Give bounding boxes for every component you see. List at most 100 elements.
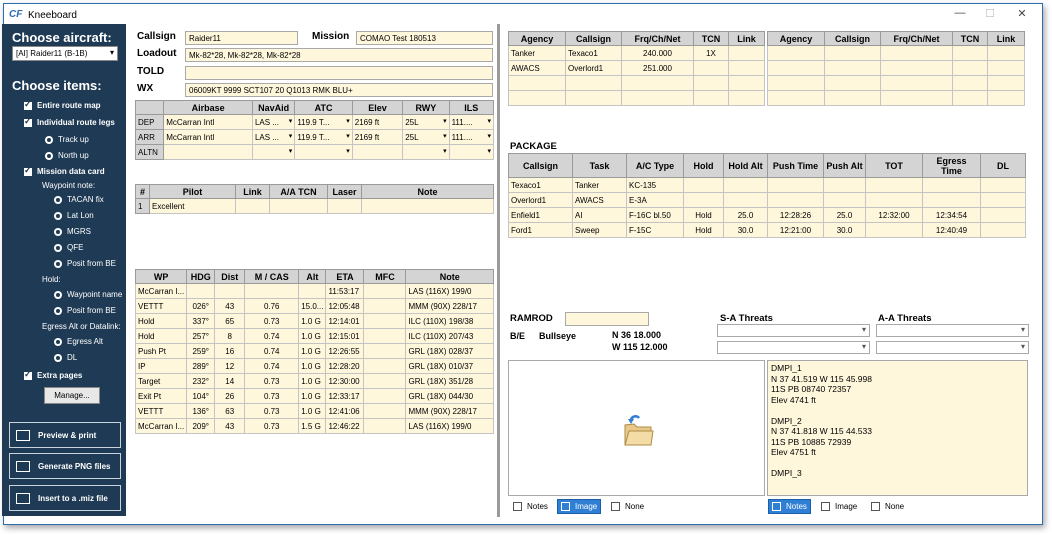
table-cell[interactable]: Tanker: [572, 177, 627, 193]
rwy-dropdown[interactable]: 25L: [402, 114, 450, 130]
table-cell[interactable]: [767, 60, 825, 76]
table-cell[interactable]: 0.73: [244, 388, 300, 404]
radio-egress-alt[interactable]: Egress Alt: [54, 337, 103, 346]
checkbox-route-legs[interactable]: Individual route legs: [24, 116, 115, 127]
table-cell[interactable]: Sweep: [572, 222, 627, 238]
table-cell[interactable]: [728, 60, 765, 76]
navaid-dropdown[interactable]: LAS ...: [251, 129, 296, 145]
table-cell[interactable]: GRL (18X) 010/37: [405, 358, 494, 374]
navaid-dropdown[interactable]: LAS ...: [251, 114, 296, 130]
table-cell[interactable]: 136°: [186, 403, 216, 419]
table-cell[interactable]: 12:34:54: [922, 207, 981, 223]
table-cell[interactable]: 65: [214, 313, 246, 329]
table-cell[interactable]: 43: [214, 418, 246, 434]
table-cell[interactable]: [823, 192, 866, 208]
table-cell[interactable]: [363, 283, 407, 299]
table-cell[interactable]: 12:28:20: [325, 358, 365, 374]
table-cell[interactable]: Hold: [683, 207, 724, 223]
told-field[interactable]: [185, 66, 493, 80]
maximize-button[interactable]: ☐: [980, 7, 1000, 23]
table-cell[interactable]: 12:28:26: [767, 207, 824, 223]
table-cell[interactable]: [565, 90, 622, 106]
right-tab-none[interactable]: None: [868, 499, 907, 514]
table-cell[interactable]: Hold: [134, 328, 188, 344]
table-cell[interactable]: Exit Pt: [134, 388, 188, 404]
table-cell[interactable]: 12:05:48: [325, 298, 365, 314]
table-cell[interactable]: [865, 222, 923, 238]
table-cell[interactable]: [980, 222, 1026, 238]
table-cell[interactable]: 12:21:00: [767, 222, 824, 238]
table-cell[interactable]: 1.0 G: [298, 343, 327, 359]
table-cell[interactable]: [693, 60, 729, 76]
table-cell[interactable]: KC-135: [626, 177, 684, 193]
mission-field[interactable]: COMAO Test 180513: [356, 31, 493, 45]
callsign-field[interactable]: Raider11: [185, 31, 298, 45]
table-cell[interactable]: 25.0: [723, 207, 768, 223]
table-cell[interactable]: [952, 45, 988, 61]
table-cell[interactable]: [824, 60, 881, 76]
table-cell[interactable]: 12:14:01: [325, 313, 365, 329]
radio-lat-lon[interactable]: Lat Lon: [54, 211, 94, 220]
table-cell[interactable]: 12:15:01: [325, 328, 365, 344]
table-cell[interactable]: F-15C: [626, 222, 684, 238]
table-cell[interactable]: 0.74: [244, 358, 300, 374]
loadout-field[interactable]: Mk-82*28, Mk-82*28, Mk-82*28: [185, 48, 493, 62]
close-button[interactable]: ✕: [1012, 7, 1032, 23]
table-cell[interactable]: McCarran I...: [134, 283, 188, 299]
table-cell[interactable]: [767, 45, 825, 61]
table-cell[interactable]: 1.0 G: [298, 373, 327, 389]
table-cell[interactable]: 232°: [186, 373, 216, 389]
table-cell[interactable]: 257°: [186, 328, 216, 344]
table-cell[interactable]: VETTT: [134, 403, 188, 419]
table-cell[interactable]: Texaco1: [508, 177, 573, 193]
table-cell[interactable]: [723, 177, 768, 193]
table-cell[interactable]: [723, 192, 768, 208]
table-cell[interactable]: 25.0: [823, 207, 866, 223]
table-cell[interactable]: [508, 90, 566, 106]
atc-dropdown[interactable]: 119.9 T...: [294, 114, 353, 130]
table-cell[interactable]: [363, 298, 407, 314]
preview-print-button[interactable]: Preview & print: [9, 422, 121, 448]
table-cell[interactable]: GRL (18X) 044/30: [405, 388, 494, 404]
table-cell[interactable]: 0.76: [244, 298, 300, 314]
rwy-dropdown[interactable]: 25L: [402, 129, 450, 145]
table-cell[interactable]: [693, 90, 729, 106]
sa-threats-select-1[interactable]: [717, 324, 870, 337]
table-cell[interactable]: 1.0 G: [298, 388, 327, 404]
table-cell[interactable]: [363, 373, 407, 389]
table-cell[interactable]: 1.0 G: [298, 358, 327, 374]
notes-panel[interactable]: DMPI_1 N 37 41.519 W 115 45.998 11S PB 087…: [767, 360, 1028, 496]
table-cell[interactable]: GRL (18X) 351/28: [405, 373, 494, 389]
insert-miz-button[interactable]: Insert to a .miz file: [9, 485, 121, 511]
ils-dropdown[interactable]: 111....: [448, 129, 495, 145]
checkbox-extra-pages[interactable]: Extra pages: [24, 369, 82, 380]
radio-track-up[interactable]: Track up: [45, 135, 89, 144]
table-cell[interactable]: ILC (110X) 198/38: [405, 313, 494, 329]
table-cell[interactable]: 1.0 G: [298, 403, 327, 419]
checkbox-route-map[interactable]: Entire route map: [24, 99, 101, 110]
aa-threats-select-2[interactable]: [876, 341, 1029, 354]
table-cell[interactable]: [980, 192, 1026, 208]
table-cell[interactable]: 12: [214, 358, 246, 374]
radio-posit-be-hold[interactable]: Posit from BE: [54, 306, 116, 315]
table-cell[interactable]: LAS (116X) 199/0: [405, 418, 494, 434]
table-cell[interactable]: 104°: [186, 388, 216, 404]
table-cell[interactable]: 251.000: [621, 60, 694, 76]
table-cell[interactable]: 0.73: [244, 418, 300, 434]
table-cell[interactable]: 289°: [186, 358, 216, 374]
table-cell[interactable]: [565, 75, 622, 91]
table-cell[interactable]: 0.73: [244, 373, 300, 389]
table-cell[interactable]: 1X: [693, 45, 729, 61]
table-cell[interactable]: 12:41:06: [325, 403, 365, 419]
table-cell[interactable]: 026°: [186, 298, 216, 314]
table-cell[interactable]: GRL (18X) 028/37: [405, 343, 494, 359]
table-cell[interactable]: Hold: [134, 313, 188, 329]
table-cell[interactable]: [987, 60, 1025, 76]
table-cell[interactable]: [767, 75, 825, 91]
aircraft-select[interactable]: [AI] Raider11 (B-1B) ▾: [12, 46, 118, 61]
table-cell[interactable]: 259°: [186, 343, 216, 359]
table-cell[interactable]: 12:32:00: [865, 207, 923, 223]
table-cell[interactable]: [683, 177, 724, 193]
table-cell[interactable]: 209°: [186, 418, 216, 434]
generate-png-button[interactable]: Generate PNG files: [9, 453, 121, 479]
